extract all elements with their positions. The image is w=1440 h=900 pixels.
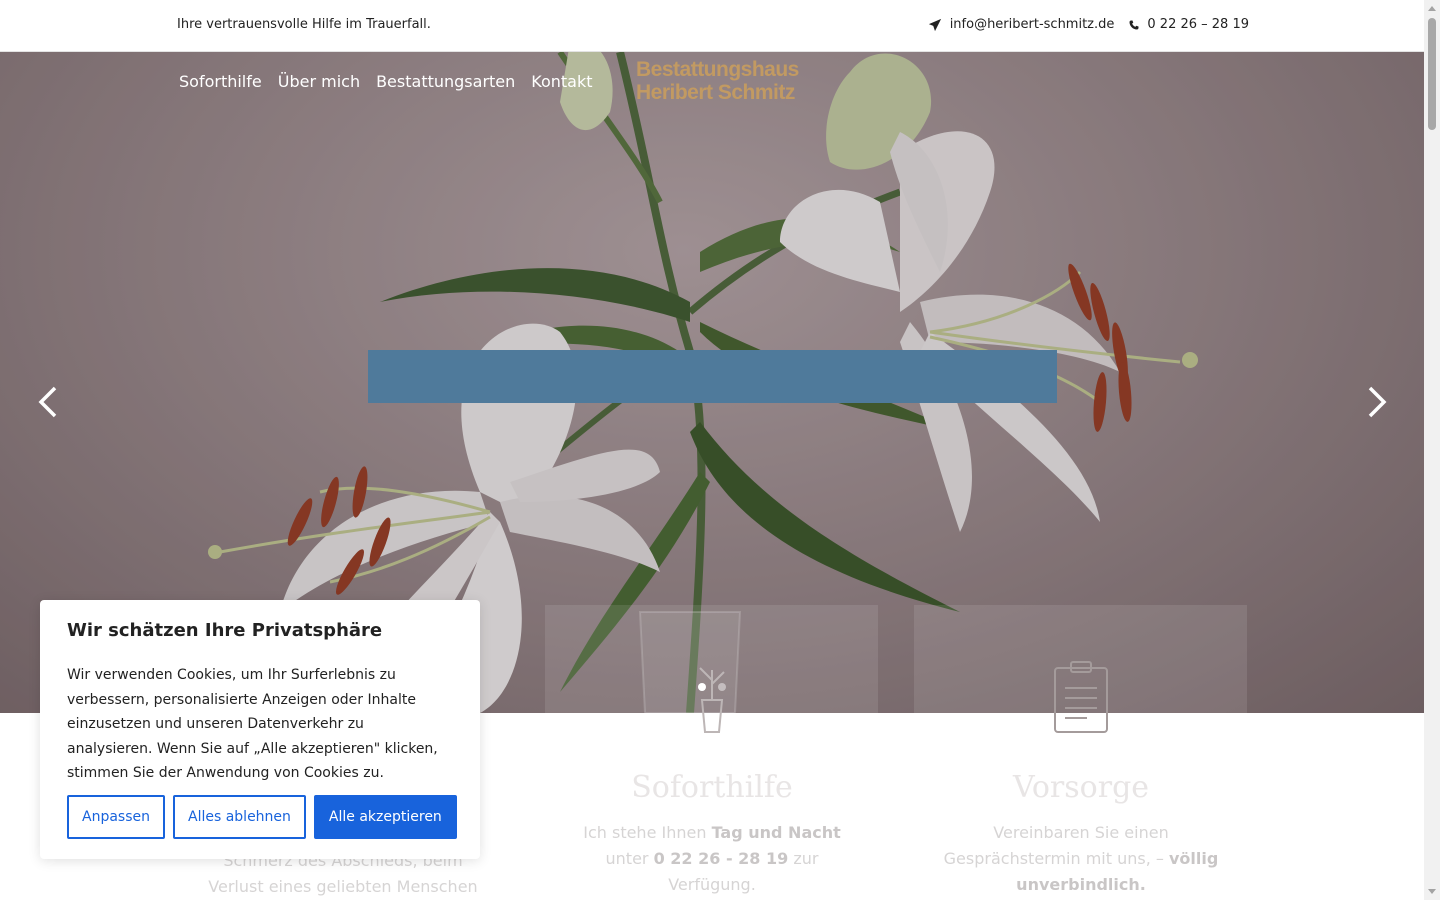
page-scrollbar[interactable] — [1424, 0, 1440, 900]
scroll-down-arrow-icon[interactable] — [1428, 889, 1436, 894]
card-soforthilfe[interactable] — [545, 605, 878, 825]
cookie-customize-button[interactable]: Anpassen — [67, 795, 165, 839]
cookie-consent-banner: Wir schätzen Ihre Privatsphäre Wir verwe… — [40, 600, 480, 859]
nav-item-ueber-mich[interactable]: Über mich — [278, 72, 360, 91]
nav-item-bestattungsarten[interactable]: Bestattungsarten — [376, 72, 515, 91]
nav-item-soforthilfe[interactable]: Soforthilfe — [179, 72, 262, 91]
logo-line-2: Heribert Schmitz — [636, 81, 795, 104]
slider-next-button[interactable] — [1356, 382, 1396, 422]
cookie-title: Wir schätzen Ihre Privatsphäre — [67, 620, 383, 641]
cookie-reject-all-button[interactable]: Alles ablehnen — [173, 795, 306, 839]
slider-dots — [698, 683, 726, 691]
phone-link[interactable]: 0 22 26 – 28 19 — [1147, 17, 1249, 32]
main-nav: Soforthilfe Über mich Bestattungsarten K… — [179, 72, 593, 91]
flower-vase-icon — [698, 667, 725, 733]
paper-plane-icon — [928, 18, 941, 31]
slider-prev-button[interactable] — [29, 382, 69, 422]
card-vorsorge[interactable] — [914, 605, 1247, 825]
slider-dot-2[interactable] — [718, 683, 726, 691]
scroll-up-arrow-icon[interactable] — [1428, 6, 1436, 11]
cookie-text: Wir verwenden Cookies, um Ihr Surferlebn… — [67, 667, 438, 781]
phone-icon — [1129, 20, 1139, 29]
scrollbar-thumb[interactable] — [1428, 18, 1436, 130]
cookie-buttons: Anpassen Alles ablehnen Alle akzeptieren — [67, 795, 457, 839]
slider-dot-1[interactable] — [698, 683, 706, 691]
email-link[interactable]: info@heribert-schmitz.de — [950, 17, 1115, 32]
clipboard-icon — [1053, 661, 1108, 733]
cookie-accept-all-button[interactable]: Alle akzeptieren — [313, 795, 457, 839]
top-bar: Ihre vertrauensvolle Hilfe im Trauerfall… — [0, 0, 1424, 52]
slide-caption-box — [368, 350, 1057, 403]
contact-info: info@heribert-schmitz.de 0 22 26 – 28 19 — [927, 17, 1249, 32]
chevron-left-icon — [38, 386, 57, 418]
chevron-right-icon — [1368, 386, 1387, 418]
tagline: Ihre vertrauensvolle Hilfe im Trauerfall… — [177, 17, 431, 32]
nav-item-kontakt[interactable]: Kontakt — [531, 72, 592, 91]
logo-line-1: Bestattungshaus — [636, 58, 799, 81]
site-logo[interactable]: Bestattungshaus Heribert Schmitz — [636, 58, 799, 104]
